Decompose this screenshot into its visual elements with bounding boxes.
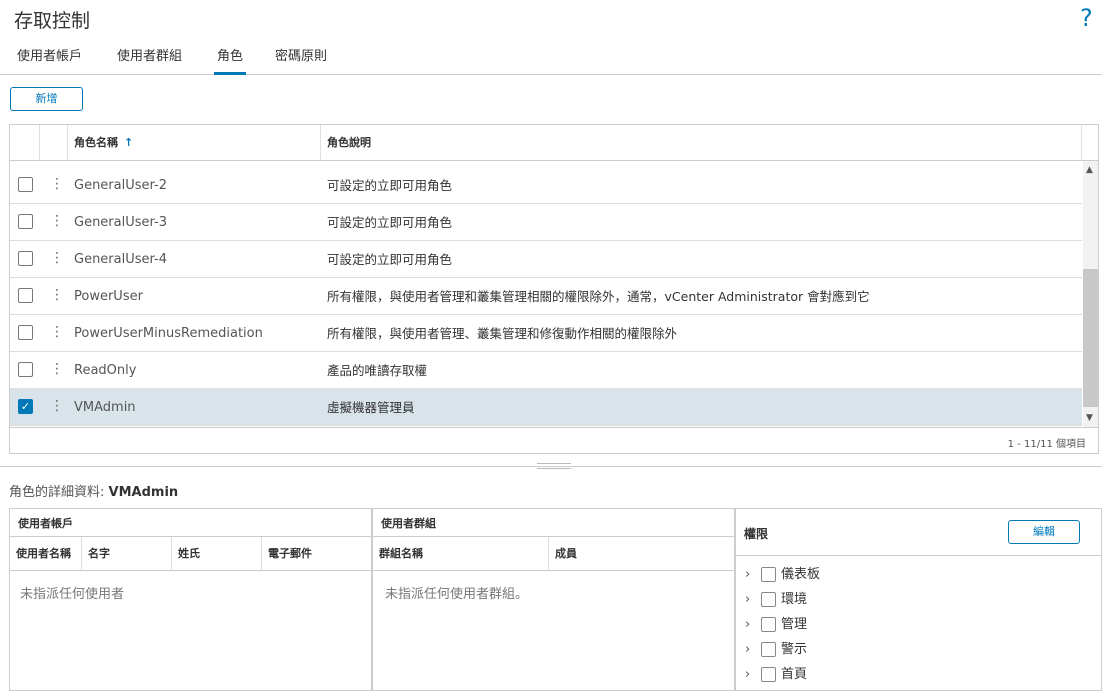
- col-members[interactable]: 成員: [549, 537, 734, 570]
- tab-password-policy[interactable]: 密碼原則: [275, 40, 327, 75]
- col-group-name[interactable]: 群組名稱: [373, 537, 549, 570]
- table-row[interactable]: ⋮ GeneralUser-3 可設定的立即可用角色: [10, 204, 1082, 241]
- permissions-tree: › 儀表板 › 環境 › 管理 › 警示 › 首頁: [736, 555, 1101, 687]
- sort-ascending-icon[interactable]: ↑: [124, 136, 133, 149]
- table-row-selected[interactable]: ✓ ⋮ VMAdmin 虛擬機器管理員: [10, 389, 1082, 426]
- col-username[interactable]: 使用者名稱: [10, 537, 82, 570]
- chevron-right-icon[interactable]: ›: [745, 587, 750, 612]
- tab-user-groups[interactable]: 使用者群組: [117, 40, 182, 75]
- role-name: ReadOnly: [74, 363, 137, 378]
- table-row[interactable]: ⋮ PowerUserMinusRemediation 所有權限，與使用者管理、…: [10, 315, 1082, 352]
- groups-table-header: 群組名稱 成員: [373, 536, 734, 571]
- role-details-name: VMAdmin: [108, 485, 179, 500]
- tree-node-label: 警示: [781, 642, 808, 657]
- users-panel: 使用者帳戶 使用者名稱 名字 姓氏 電子郵件 未指派任何使用者: [9, 508, 372, 691]
- tree-node-administration[interactable]: › 管理: [736, 612, 1101, 637]
- groups-panel: 使用者群組 群組名稱 成員 未指派任何使用者群組。: [372, 508, 735, 691]
- row-actions-icon[interactable]: ⋮: [50, 212, 64, 230]
- roles-grid: 角色名稱 ↑ 角色說明 ⋮ GeneralUser-2 可設定的立即可用角色 ⋮ …: [9, 124, 1099, 454]
- role-description: 所有權限，與使用者管理、叢集管理和修復動作相關的權限除外: [327, 326, 678, 341]
- tree-checkbox[interactable]: [761, 592, 776, 607]
- role-name: PowerUserMinusRemediation: [74, 326, 263, 341]
- chevron-right-icon[interactable]: ›: [745, 637, 750, 662]
- role-description: 所有權限，與使用者管理和叢集管理相關的權限除外，通常，vCenter Admin…: [327, 289, 870, 304]
- chevron-right-icon[interactable]: ›: [745, 562, 750, 587]
- role-description: 產品的唯讀存取權: [327, 363, 428, 378]
- role-name: GeneralUser-2: [74, 178, 167, 193]
- tree-node-environment[interactable]: › 環境: [736, 587, 1101, 612]
- row-actions-icon[interactable]: ⋮: [50, 360, 64, 378]
- scroll-down-icon[interactable]: ▼: [1086, 413, 1093, 423]
- splitter-grip-icon[interactable]: [537, 463, 571, 469]
- scroll-up-icon[interactable]: ▲: [1086, 165, 1093, 175]
- header-actions: [40, 125, 68, 160]
- permissions-panel-title: 權限: [744, 527, 769, 541]
- help-icon[interactable]: ?: [1080, 4, 1093, 32]
- col-last-name[interactable]: 姓氏: [172, 537, 262, 570]
- tab-user-accounts[interactable]: 使用者帳戶: [17, 40, 82, 75]
- row-checkbox[interactable]: [18, 362, 33, 377]
- pagination-count: 1 - 11/11 個項目: [1007, 439, 1086, 450]
- role-description: 虛擬機器管理員: [327, 400, 415, 415]
- role-name: VMAdmin: [74, 400, 136, 415]
- table-row[interactable]: ⋮ GeneralUser-4 可設定的立即可用角色: [10, 241, 1082, 278]
- row-actions-icon[interactable]: ⋮: [50, 323, 64, 341]
- role-name: GeneralUser-4: [74, 252, 167, 267]
- tab-roles[interactable]: 角色: [214, 40, 247, 75]
- tree-node-dashboard[interactable]: › 儀表板: [736, 562, 1101, 587]
- role-description: 可設定的立即可用角色: [327, 252, 453, 267]
- tree-node-label: 環境: [781, 592, 808, 607]
- chevron-right-icon[interactable]: ›: [745, 612, 750, 637]
- row-checkbox[interactable]: [18, 214, 33, 229]
- row-actions-icon[interactable]: ⋮: [50, 286, 64, 304]
- tree-node-home[interactable]: › 首頁: [736, 662, 1101, 687]
- tree-checkbox[interactable]: [761, 642, 776, 657]
- vertical-scrollbar[interactable]: ▲ ▼: [1083, 161, 1098, 427]
- header-role-name[interactable]: 角色名稱 ↑: [68, 125, 321, 160]
- add-button[interactable]: 新增: [10, 87, 83, 111]
- tree-checkbox[interactable]: [761, 667, 776, 682]
- row-checkbox[interactable]: [18, 251, 33, 266]
- tree-node-label: 首頁: [781, 667, 808, 682]
- row-checkbox[interactable]: [18, 177, 33, 192]
- role-description: 可設定的立即可用角色: [327, 215, 453, 230]
- table-row[interactable]: ⋮ ReadOnly 產品的唯讀存取權: [10, 352, 1082, 389]
- permissions-panel: 權限 編輯 › 儀表板 › 環境 › 管理 › 警示 › 首頁: [735, 508, 1102, 691]
- header-role-name-label: 角色名稱: [74, 136, 118, 149]
- col-first-name[interactable]: 名字: [82, 537, 172, 570]
- table-row[interactable]: ⋮ PowerUser 所有權限，與使用者管理和叢集管理相關的權限除外，通常，v…: [10, 278, 1082, 315]
- groups-empty-message: 未指派任何使用者群組。: [385, 587, 529, 602]
- users-panel-title: 使用者帳戶: [18, 517, 73, 530]
- role-details-title: 角色的詳細資料: VMAdmin: [9, 481, 178, 500]
- tree-checkbox[interactable]: [761, 567, 776, 582]
- users-table-header: 使用者名稱 名字 姓氏 電子郵件: [10, 536, 371, 571]
- grid-footer: 1 - 11/11 個項目: [10, 427, 1098, 454]
- row-actions-icon[interactable]: ⋮: [50, 175, 64, 193]
- table-row[interactable]: ⋮ GeneralUser-2 可設定的立即可用角色: [10, 167, 1082, 204]
- header-role-description[interactable]: 角色說明: [321, 125, 1082, 160]
- row-checkbox[interactable]: [18, 288, 33, 303]
- header-select: [10, 125, 40, 160]
- row-checkbox[interactable]: [18, 325, 33, 340]
- grid-header: 角色名稱 ↑ 角色說明: [10, 125, 1098, 161]
- page-title: 存取控制: [14, 10, 91, 32]
- scrollbar-thumb[interactable]: [1083, 269, 1098, 407]
- role-name: GeneralUser-3: [74, 215, 167, 230]
- groups-panel-title: 使用者群組: [381, 517, 436, 530]
- row-actions-icon[interactable]: ⋮: [50, 397, 64, 415]
- tree-node-alerts[interactable]: › 警示: [736, 637, 1101, 662]
- edit-permissions-button[interactable]: 編輯: [1008, 520, 1080, 544]
- tree-checkbox[interactable]: [761, 617, 776, 632]
- tree-node-label: 管理: [781, 617, 808, 632]
- role-details-label: 角色的詳細資料:: [9, 485, 105, 500]
- role-description: 可設定的立即可用角色: [327, 178, 453, 193]
- role-name: PowerUser: [74, 289, 143, 304]
- tab-bar: 使用者帳戶 使用者群組 角色 密碼原則: [0, 40, 1102, 75]
- tree-node-label: 儀表板: [781, 567, 821, 582]
- chevron-right-icon[interactable]: ›: [745, 662, 750, 687]
- row-actions-icon[interactable]: ⋮: [50, 249, 64, 267]
- col-email[interactable]: 電子郵件: [262, 537, 371, 570]
- users-empty-message: 未指派任何使用者: [20, 587, 125, 602]
- row-checkbox-checked[interactable]: ✓: [18, 399, 33, 414]
